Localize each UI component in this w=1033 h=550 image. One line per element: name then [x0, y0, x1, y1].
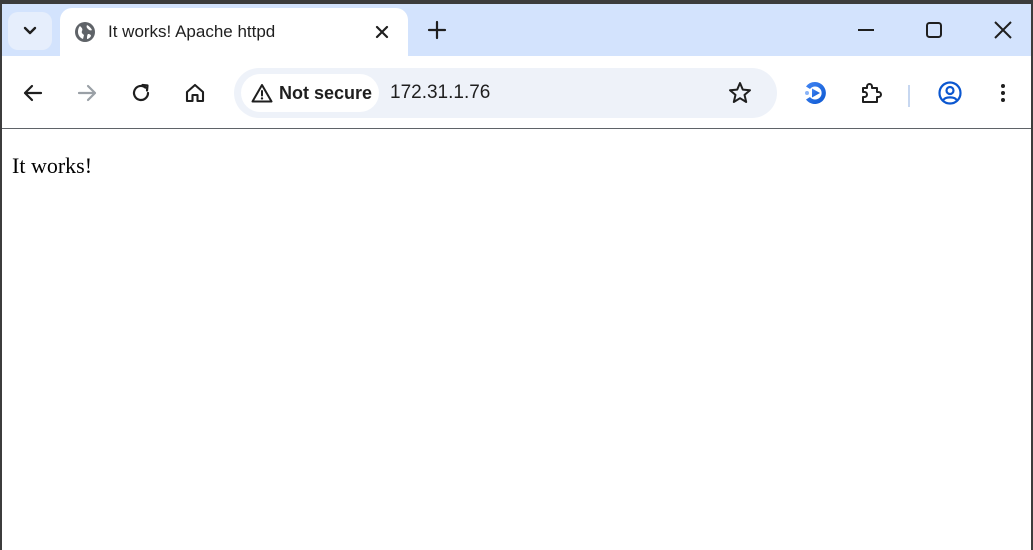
- back-button[interactable]: [20, 80, 46, 106]
- toolbar-divider: [908, 85, 910, 107]
- security-chip[interactable]: Not secure: [241, 74, 379, 112]
- media-play-icon[interactable]: [802, 80, 828, 106]
- chevron-down-icon: [23, 26, 37, 35]
- star-icon[interactable]: [727, 80, 753, 106]
- tab-strip: It works! Apache httpd: [2, 4, 1031, 56]
- tab-active[interactable]: It works! Apache httpd: [60, 8, 408, 56]
- tab-search-button[interactable]: [8, 12, 52, 50]
- warning-triangle-icon: [251, 84, 273, 103]
- globe-icon: [75, 22, 95, 42]
- url-text[interactable]: 172.31.1.76: [390, 82, 490, 104]
- new-tab-button[interactable]: [424, 17, 450, 43]
- person-circle-icon[interactable]: [937, 80, 963, 106]
- forward-button[interactable]: [74, 80, 100, 106]
- page-content: It works!: [2, 129, 1031, 550]
- maximize-button[interactable]: [920, 16, 948, 44]
- minimize-button[interactable]: [852, 16, 880, 44]
- address-bar[interactable]: Not secure 172.31.1.76: [234, 68, 777, 118]
- page-heading: It works!: [12, 153, 93, 178]
- tab-title: It works! Apache httpd: [108, 22, 276, 41]
- toolbar: Not secure 172.31.1.76: [2, 56, 1031, 128]
- security-label: Not secure: [279, 83, 373, 103]
- puzzle-icon[interactable]: [858, 80, 884, 106]
- reload-button[interactable]: [128, 80, 154, 106]
- close-icon[interactable]: [372, 22, 392, 42]
- home-button[interactable]: [182, 80, 208, 106]
- browser-window: It works! Apache httpd Not secure 172.31…: [2, 4, 1031, 550]
- close-window-button[interactable]: [989, 16, 1017, 44]
- kebab-menu-icon[interactable]: [990, 80, 1016, 106]
